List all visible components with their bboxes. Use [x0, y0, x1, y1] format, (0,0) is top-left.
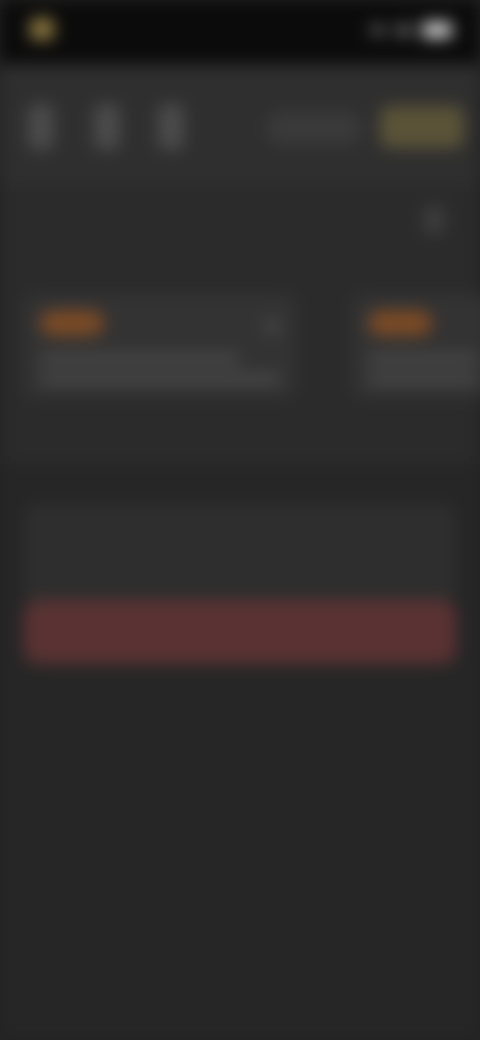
action-panel[interactable]	[24, 504, 456, 604]
wifi-icon	[396, 24, 412, 36]
more-icon[interactable]	[424, 206, 444, 234]
card-line	[40, 354, 240, 364]
badge-icon	[40, 310, 104, 336]
tool-icon-2[interactable]	[94, 104, 120, 150]
content-section	[0, 184, 480, 464]
badge-icon	[368, 310, 432, 336]
add-button[interactable]	[266, 112, 362, 144]
primary-button[interactable]	[380, 106, 464, 148]
card[interactable]	[24, 294, 296, 398]
tool-icon-3[interactable]	[158, 104, 184, 150]
brand	[30, 18, 62, 40]
chevron-right-icon	[264, 318, 280, 334]
status-bar	[0, 0, 480, 64]
tool-icon-1[interactable]	[28, 104, 54, 150]
signal-icon	[370, 25, 386, 35]
brand-logo-icon	[30, 18, 54, 40]
status-indicators	[370, 22, 452, 38]
app-screen	[0, 0, 480, 1040]
battery-icon	[422, 22, 452, 38]
card[interactable]	[352, 294, 480, 398]
card-line	[40, 374, 280, 384]
actions-area	[0, 464, 480, 1040]
danger-button[interactable]	[24, 600, 456, 664]
toolbar	[0, 64, 480, 184]
card-line	[368, 374, 478, 384]
card-line	[368, 354, 478, 364]
